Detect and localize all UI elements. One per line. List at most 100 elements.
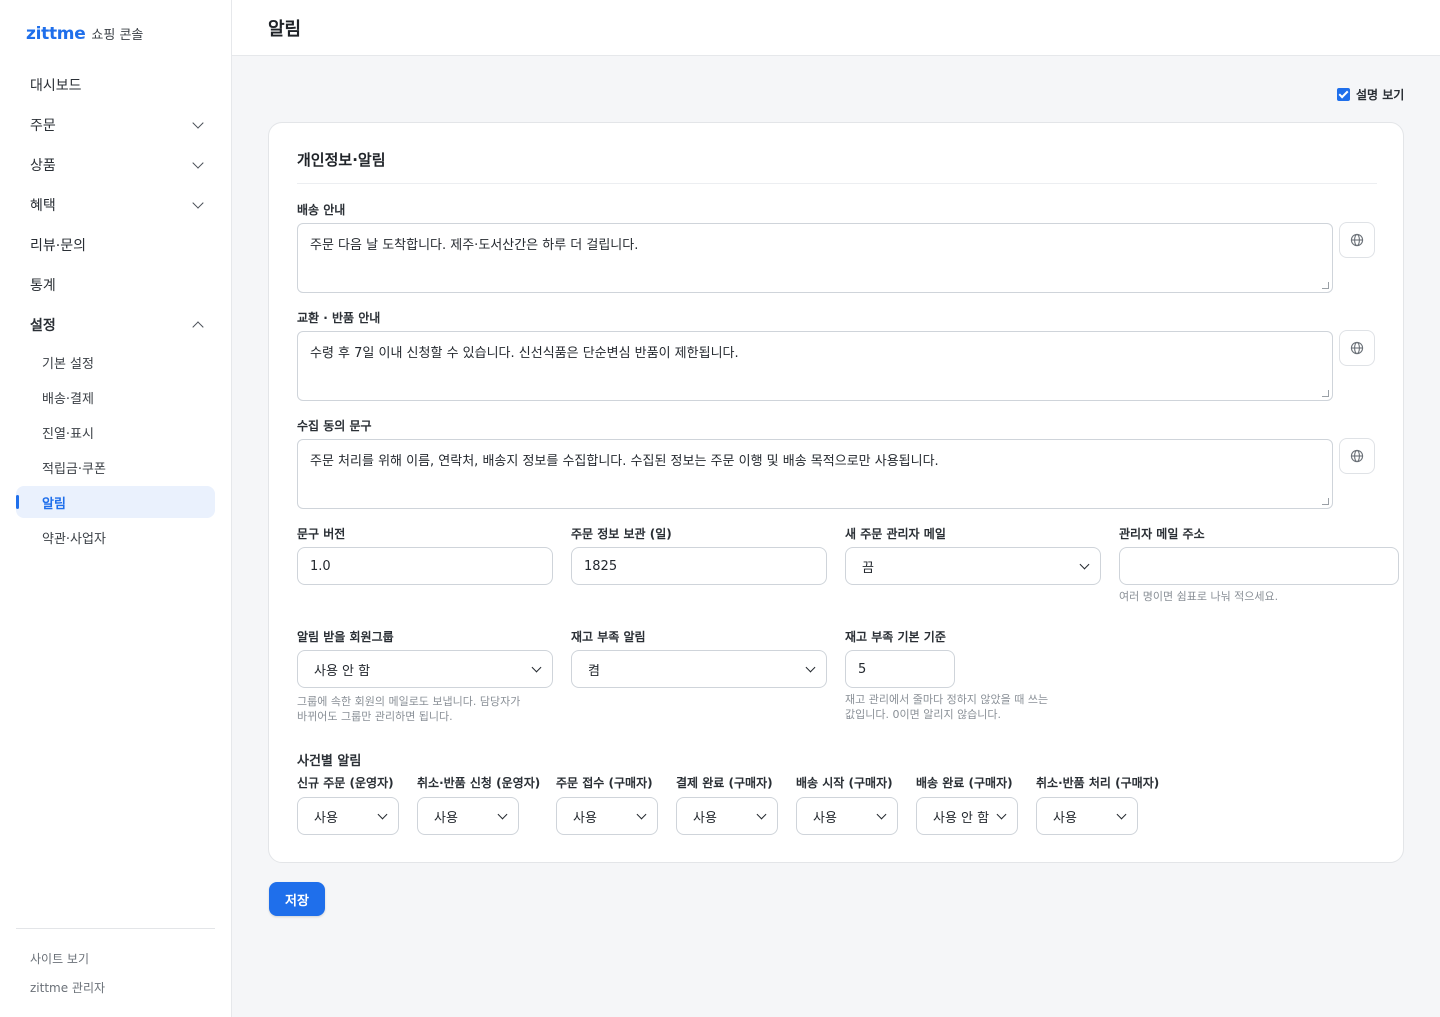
event-select[interactable]: 사용 안 함 <box>916 797 1018 835</box>
sidebar-subitem-points-coupons[interactable]: 적립금·쿠폰 <box>16 451 215 483</box>
event-label: 취소·반품 처리 (구매자) <box>1036 776 1160 790</box>
sidebar-item-label: 설정 <box>30 318 56 334</box>
event-notifications-title: 사건별 알림 <box>297 754 362 769</box>
chevron-down-icon <box>192 197 204 209</box>
consent-text-label: 수집 동의 문구 <box>297 419 372 433</box>
sidebar-item-label: 리뷰·문의 <box>30 238 86 254</box>
chevron-down-icon <box>1116 809 1127 819</box>
shipping-notice-label: 배송 안내 <box>297 203 346 217</box>
low-stock-threshold-label: 재고 부족 기본 기준 <box>845 630 946 644</box>
card-divider <box>297 183 1377 184</box>
low-stock-threshold-input[interactable]: 5 <box>845 650 955 688</box>
show-description-checkbox[interactable] <box>1337 88 1350 101</box>
sidebar-item-stats[interactable]: 통계 <box>16 269 216 301</box>
brand-logo[interactable]: zittme <box>26 24 86 44</box>
resize-grip-icon[interactable] <box>1322 498 1329 505</box>
event-value: 사용 <box>434 810 458 826</box>
sidebar-subitem-label: 기본 설정 <box>42 356 94 372</box>
chevron-down-icon <box>192 157 204 169</box>
globe-icon <box>1350 449 1364 463</box>
sidebar-item-settings[interactable]: 설정 <box>16 309 216 341</box>
version-value: 1.0 <box>310 558 331 574</box>
event-value: 사용 <box>1053 810 1077 826</box>
chevron-down-icon <box>996 809 1007 819</box>
event-value: 사용 <box>573 810 597 826</box>
version-input[interactable]: 1.0 <box>297 547 553 585</box>
consent-text: 주문 처리를 위해 이름, 연락처, 배송지 정보를 수집합니다. 수집된 정보… <box>310 454 939 469</box>
sidebar-item-benefits[interactable]: 혜택 <box>16 189 216 221</box>
sidebar-item-reviews[interactable]: 리뷰·문의 <box>16 229 216 261</box>
view-site-link[interactable]: 사이트 보기 <box>30 950 89 967</box>
consent-translate-button[interactable] <box>1339 438 1375 474</box>
consent-text-textarea[interactable]: 주문 처리를 위해 이름, 연락처, 배송지 정보를 수집합니다. 수집된 정보… <box>297 439 1333 509</box>
event-select[interactable]: 사용 <box>556 797 658 835</box>
sidebar-item-orders[interactable]: 주문 <box>16 109 216 141</box>
event-value: 사용 <box>693 810 717 826</box>
sidebar-subitem-shipping-payment[interactable]: 배송·결제 <box>16 381 215 413</box>
sidebar-subitem-basic[interactable]: 기본 설정 <box>16 346 215 378</box>
resize-grip-icon[interactable] <box>1322 282 1329 289</box>
admin-email-help: 여러 명이면 쉼표로 나눠 적으세요. <box>1119 590 1279 603</box>
brand[interactable]: zittme 쇼핑 콘솔 <box>26 24 143 44</box>
event-select[interactable]: 사용 <box>417 797 519 835</box>
admin-email-label: 관리자 메일 주소 <box>1119 527 1205 541</box>
low-stock-alert-label: 재고 부족 알림 <box>571 630 646 644</box>
chevron-down-icon <box>805 662 816 672</box>
new-order-mail-select[interactable]: 끔 <box>845 547 1101 585</box>
admin-email-input[interactable] <box>1119 547 1399 585</box>
member-group-help-line2: 바뀌어도 그룹만 관리하면 됩니다. <box>297 710 453 723</box>
sidebar-subitem-terms-business[interactable]: 약관·사업자 <box>16 521 215 553</box>
active-indicator <box>16 495 19 509</box>
member-group-help-line1: 그룹에 속한 회원의 메일로도 보냅니다. 담당자가 <box>297 695 521 708</box>
returns-notice-textarea[interactable]: 수령 후 7일 이내 신청할 수 있습니다. 신선식품은 단순변심 반품이 제한… <box>297 331 1333 401</box>
event-label: 결제 완료 (구매자) <box>676 776 773 790</box>
event-value: 사용 <box>314 810 338 826</box>
low-stock-alert-value: 켬 <box>588 663 600 679</box>
event-value: 사용 <box>813 810 837 826</box>
low-stock-threshold-help-line1: 재고 관리에서 줄마다 정하지 않았을 때 쓰는 <box>845 693 1049 706</box>
shipping-translate-button[interactable] <box>1339 222 1375 258</box>
page-title: 알림 <box>268 19 302 40</box>
shipping-notice-textarea[interactable]: 주문 다음 날 도착합니다. 제주·도서산간은 하루 더 걸립니다. <box>297 223 1333 293</box>
member-group-value: 사용 안 함 <box>314 663 371 679</box>
save-button[interactable]: 저장 <box>269 882 325 916</box>
sidebar-subitem-display[interactable]: 진열·표시 <box>16 416 215 448</box>
low-stock-threshold-help-line2: 값입니다. 0이면 알리지 않습니다. <box>845 708 1002 721</box>
brand-subtitle: 쇼핑 콘솔 <box>91 28 144 43</box>
retention-days-value: 1825 <box>584 558 618 574</box>
event-value: 사용 안 함 <box>933 810 990 826</box>
topbar: 알림 <box>232 0 1440 56</box>
globe-icon <box>1350 341 1364 355</box>
sidebar-subitem-label: 알림 <box>42 496 66 512</box>
resize-grip-icon[interactable] <box>1322 390 1329 397</box>
globe-icon <box>1350 233 1364 247</box>
sidebar-item-label: 주문 <box>30 118 56 134</box>
chevron-up-icon <box>192 321 204 333</box>
version-label: 문구 버전 <box>297 527 346 541</box>
sidebar-subitem-notifications[interactable]: 알림 <box>16 486 215 518</box>
low-stock-alert-select[interactable]: 켬 <box>571 650 827 688</box>
chevron-down-icon <box>531 662 542 672</box>
returns-translate-button[interactable] <box>1339 330 1375 366</box>
show-description-label: 설명 보기 <box>1356 88 1405 102</box>
member-group-select[interactable]: 사용 안 함 <box>297 650 553 688</box>
sidebar-item-label: 통계 <box>30 278 56 294</box>
retention-days-input[interactable]: 1825 <box>571 547 827 585</box>
show-description-toggle[interactable]: 설명 보기 <box>1337 86 1404 103</box>
sidebar-item-label: 상품 <box>30 158 56 174</box>
event-select[interactable]: 사용 <box>1036 797 1138 835</box>
returns-notice-text: 수령 후 7일 이내 신청할 수 있습니다. 신선식품은 단순변심 반품이 제한… <box>310 346 739 361</box>
chevron-down-icon <box>377 809 388 819</box>
sidebar-item-dashboard[interactable]: 대시보드 <box>16 69 216 101</box>
event-select[interactable]: 사용 <box>676 797 778 835</box>
event-select[interactable]: 사용 <box>297 797 399 835</box>
sidebar-item-products[interactable]: 상품 <box>16 149 216 181</box>
chevron-down-icon <box>876 809 887 819</box>
chevron-down-icon <box>497 809 508 819</box>
event-select[interactable]: 사용 <box>796 797 898 835</box>
event-label: 주문 접수 (구매자) <box>556 776 653 790</box>
event-label: 배송 완료 (구매자) <box>916 776 1013 790</box>
privacy-notifications-card: 개인정보·알림 배송 안내 주문 다음 날 도착합니다. 제주·도서산간은 하루… <box>268 122 1404 863</box>
sidebar-divider <box>16 928 215 929</box>
event-label: 신규 주문 (운영자) <box>297 776 394 790</box>
